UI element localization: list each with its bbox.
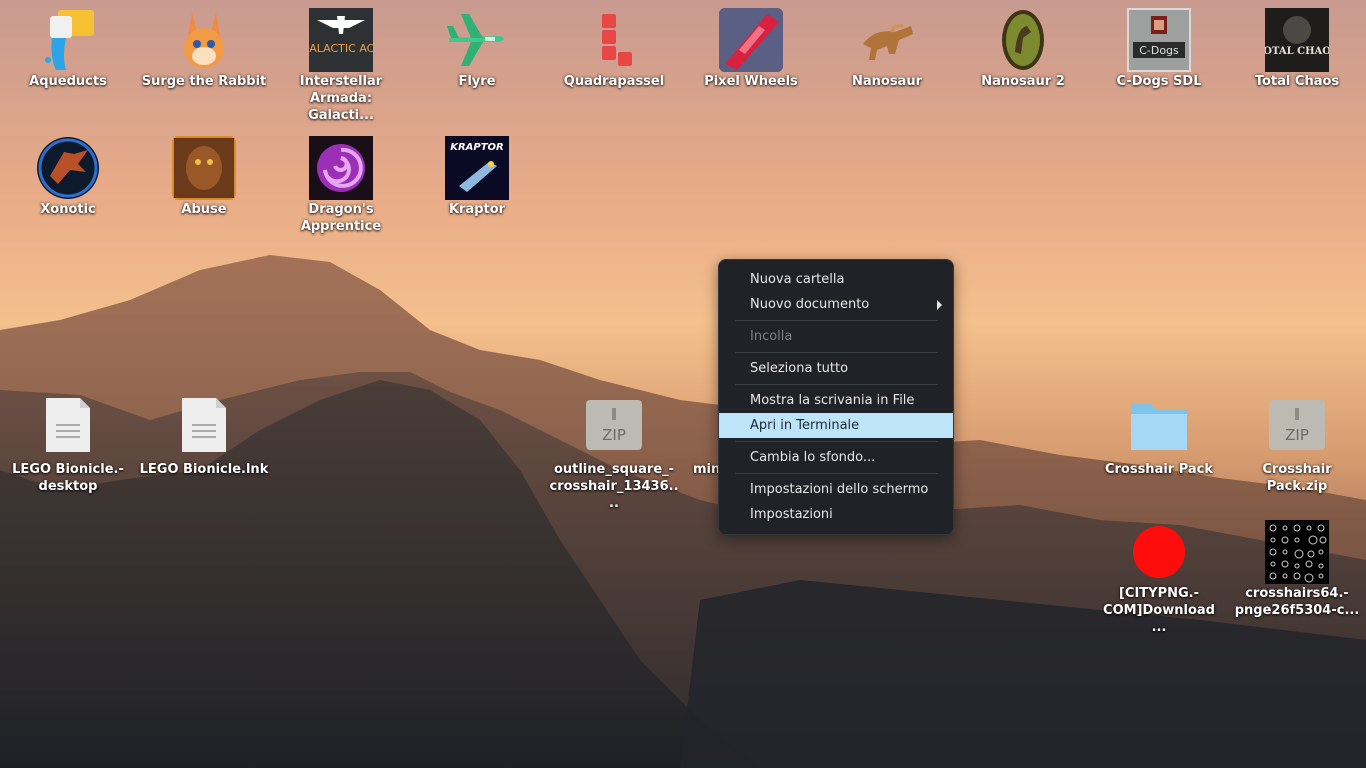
svg-text:ZIP: ZIP <box>1285 426 1309 444</box>
menu-separator <box>735 441 938 442</box>
menu-item-apri-terminale[interactable]: Apri in Terminale <box>719 413 953 438</box>
flyre-plane-icon <box>445 8 509 72</box>
desktop-wallpaper <box>0 0 1366 768</box>
menu-item-nuova-cartella[interactable]: Nuova cartella <box>719 267 953 292</box>
desktop-icon-xonotic[interactable]: Xonotic <box>3 136 133 218</box>
icon-label: Crosshair Pack.zip <box>1262 462 1332 494</box>
desktop-icon-quadrapassel[interactable]: Quadrapassel <box>549 8 679 90</box>
desktop-file-lego-bionicle-desktop[interactable]: LEGO Bionicle.-desktop <box>3 396 133 495</box>
menu-separator <box>735 352 938 353</box>
desktop-icon-kraptor[interactable]: KRAPTOR Kraptor <box>412 136 542 218</box>
desktop-icon-nanosaur-2[interactable]: Nanosaur 2 <box>958 8 1088 90</box>
race-car-icon <box>719 8 783 72</box>
abuse-icon <box>172 136 236 200</box>
icon-label: Kraptor <box>448 202 506 217</box>
icon-label: Total Chaos <box>1254 74 1340 89</box>
desktop-icon-total-chaos[interactable]: TOTAL CHAOS Total Chaos <box>1232 8 1362 90</box>
total-chaos-icon: TOTAL CHAOS <box>1256 8 1338 72</box>
icon-label: Nanosaur <box>851 74 922 89</box>
icon-label: crosshairs64.-pnge26f5304-c... <box>1234 586 1360 618</box>
dinosaur-icon <box>855 8 919 72</box>
svg-text:ZIP: ZIP <box>602 426 626 444</box>
c-dogs-icon: C-Dogs <box>1127 8 1191 72</box>
document-icon <box>172 396 236 460</box>
zip-archive-icon: ZIP <box>582 396 646 460</box>
menu-separator <box>735 320 938 321</box>
desktop-icon-dragons-apprentice[interactable]: Dragon's Apprentice <box>276 136 406 235</box>
menu-item-seleziona-tutto[interactable]: Seleziona tutto <box>719 356 953 381</box>
menu-item-nuovo-documento[interactable]: Nuovo documento <box>719 292 953 317</box>
dinosaur-egg-icon <box>991 8 1055 72</box>
icon-label: Surge the Rabbit <box>141 74 267 89</box>
icon-label: Flyre <box>458 74 496 89</box>
document-icon <box>36 396 100 460</box>
icon-label: Dragon's Apprentice <box>300 202 382 234</box>
svg-text:GALACTIC ACE: GALACTIC ACE <box>309 42 373 55</box>
desktop-icon-flyre[interactable]: Flyre <box>412 8 542 90</box>
menu-separator <box>735 384 938 385</box>
icon-label: Interstellar Armada: Galacti... <box>299 74 383 123</box>
crosshair-sheet-image <box>1265 520 1329 584</box>
zip-archive-icon: ZIP <box>1265 396 1329 460</box>
dragon-swirl-icon <box>309 136 373 200</box>
icon-label: outline_square_-crosshair_13436.... <box>549 462 679 511</box>
icon-label: Quadrapassel <box>563 74 665 89</box>
desktop-file-lego-bionicle-lnk[interactable]: LEGO Bionicle.lnk <box>139 396 269 478</box>
desktop-file-outline-square-zip[interactable]: ZIP outline_square_-crosshair_13436.... <box>549 396 679 512</box>
desktop-icon-pixel-wheels[interactable]: Pixel Wheels <box>686 8 816 90</box>
icon-label: Xonotic <box>40 202 96 217</box>
desktop-icon-nanosaur[interactable]: Nanosaur <box>822 8 952 90</box>
desktop-icon-abuse[interactable]: Abuse <box>139 136 269 218</box>
kraptor-icon: KRAPTOR <box>445 136 509 200</box>
menu-item-impostazioni[interactable]: Impostazioni <box>719 502 953 527</box>
xonotic-icon <box>36 136 100 200</box>
icon-label: LEGO Bionicle.-desktop <box>12 462 124 494</box>
galactic-ace-icon: GALACTIC ACE <box>301 8 381 72</box>
icon-label: Crosshair Pack <box>1104 462 1214 477</box>
icon-label: LEGO Bionicle.lnk <box>139 462 269 477</box>
desktop-icon-c-dogs-sdl[interactable]: C-Dogs C-Dogs SDL <box>1094 8 1224 90</box>
icon-label: Pixel Wheels <box>704 74 798 89</box>
icon-label: Abuse <box>181 202 227 217</box>
menu-item-impostazioni-schermo[interactable]: Impostazioni dello schermo <box>719 477 953 502</box>
icon-label: [CITYPNG.-COM]Download ... <box>1103 586 1215 635</box>
desktop-icon-aqueducts[interactable]: Aqueducts <box>3 8 133 90</box>
menu-separator <box>735 473 938 474</box>
folder-icon <box>1127 396 1191 460</box>
submenu-arrow-icon <box>937 300 942 310</box>
svg-text:TOTAL CHAOS: TOTAL CHAOS <box>1265 46 1329 57</box>
svg-text:KRAPTOR: KRAPTOR <box>450 142 504 153</box>
icon-label: Aqueducts <box>29 74 107 89</box>
red-circle-image <box>1127 520 1191 584</box>
desktop-file-crosshairs64[interactable]: crosshairs64.-pnge26f5304-c... <box>1232 520 1362 619</box>
desktop-file-citypng[interactable]: [CITYPNG.-COM]Download ... <box>1094 520 1224 636</box>
menu-item-label: Nuovo documento <box>750 297 870 312</box>
svg-text:C-Dogs: C-Dogs <box>1139 44 1179 57</box>
tetromino-icon <box>582 8 646 72</box>
rabbit-icon <box>172 8 236 72</box>
desktop-context-menu: Nuova cartella Nuovo documento Incolla S… <box>718 259 954 535</box>
menu-item-mostra-scrivania[interactable]: Mostra la scrivania in File <box>719 388 953 413</box>
desktop-folder-crosshair-pack[interactable]: Crosshair Pack <box>1094 396 1224 478</box>
desktop-icon-interstellar-armada[interactable]: GALACTIC ACE Interstellar Armada: Galact… <box>276 8 406 124</box>
menu-item-cambia-sfondo[interactable]: Cambia lo sfondo... <box>719 445 953 470</box>
desktop-icon-surge-the-rabbit[interactable]: Surge the Rabbit <box>139 8 269 90</box>
menu-item-incolla: Incolla <box>750 329 793 344</box>
icon-label: Nanosaur 2 <box>981 74 1065 89</box>
aqueducts-icon <box>36 8 100 72</box>
icon-label: C-Dogs SDL <box>1116 74 1202 89</box>
desktop-file-crosshair-pack-zip[interactable]: ZIP Crosshair Pack.zip <box>1232 396 1362 495</box>
